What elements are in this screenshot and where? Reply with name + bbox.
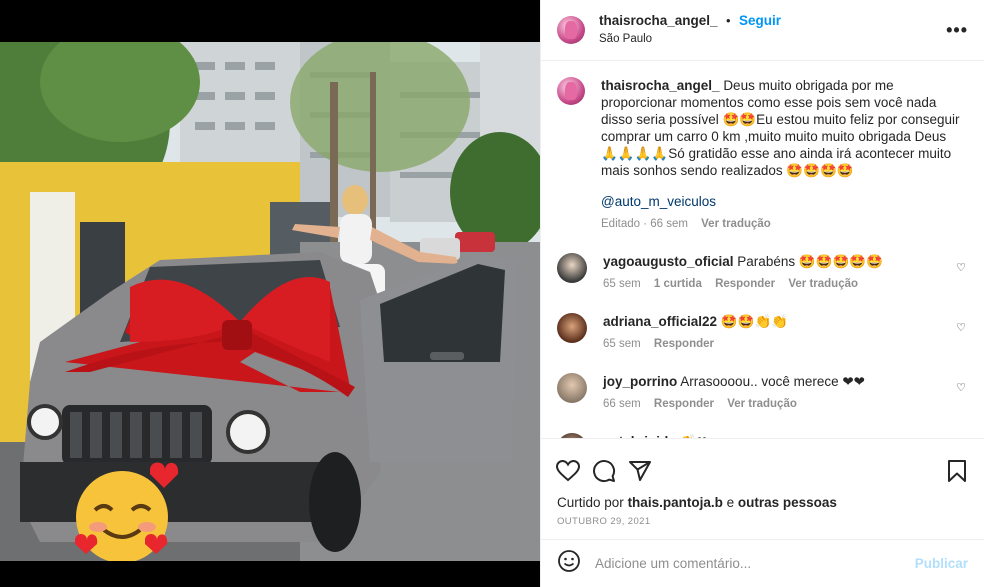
like-comment-icon[interactable]: ♡ xyxy=(956,321,966,334)
likes-prefix: Curtido por xyxy=(557,495,624,510)
avatar[interactable] xyxy=(557,373,587,403)
comment-body: adriana_official22 🤩🤩👏👏 65 sem Responder xyxy=(603,313,943,353)
translate-link[interactable]: Ver tradução xyxy=(727,398,797,410)
comment-text: 🤩🤩👏👏 xyxy=(720,314,789,329)
likes-user[interactable]: thais.pantoja.b xyxy=(628,495,723,510)
comment-text: Arrasoooou.. você merece ❤❤ xyxy=(680,374,865,389)
edited-time: Editado · 66 sem xyxy=(601,218,688,230)
post-media xyxy=(0,0,540,587)
avatar[interactable] xyxy=(557,77,585,105)
likes-others[interactable]: outras pessoas xyxy=(738,495,837,510)
comment-item: joy_porrino Arrasoooou.. você merece ❤❤ … xyxy=(557,373,968,413)
publish-button[interactable]: Publicar xyxy=(915,556,968,571)
reply-link[interactable]: Responder xyxy=(715,278,775,290)
comment-text: Parabéns 🤩🤩🤩🤩🤩 xyxy=(737,254,883,269)
comment-icon[interactable] xyxy=(591,458,617,484)
post-actions: Curtido por thais.pantoja.b e outras pes… xyxy=(541,438,984,587)
heart-icon[interactable] xyxy=(555,458,581,484)
avatar[interactable] xyxy=(557,16,585,44)
comment-meta: 66 sem Responder Ver tradução xyxy=(603,396,943,413)
add-comment-bar: Publicar xyxy=(541,539,984,587)
post-date[interactable]: OUTUBRO 29, 2021 xyxy=(541,510,984,527)
comment-meta: 65 sem Responder xyxy=(603,336,943,353)
comment-username[interactable]: adriana_official22 xyxy=(603,314,717,329)
emoji-icon[interactable] xyxy=(557,549,581,578)
post-photo[interactable] xyxy=(0,42,540,561)
mention-link[interactable]: @auto_m_veiculos xyxy=(601,193,963,210)
translate-link[interactable]: Ver tradução xyxy=(788,278,858,290)
bookmark-icon[interactable] xyxy=(944,458,970,484)
comment-username[interactable]: joy_porrino xyxy=(603,374,677,389)
comment-time: 65 sem xyxy=(603,338,641,350)
follow-button[interactable]: Seguir xyxy=(739,13,781,28)
comment-likes[interactable]: 1 curtida xyxy=(654,278,702,290)
caption-body: thaisrocha_angel_ Deus muito obrigada po… xyxy=(601,77,963,233)
comment-item: yagoaugusto_oficial Parabéns 🤩🤩🤩🤩🤩 65 se… xyxy=(557,253,968,293)
header-username[interactable]: thaisrocha_angel_ xyxy=(599,13,718,28)
action-icons xyxy=(541,439,984,491)
avatar[interactable] xyxy=(557,253,587,283)
separator-dot: • xyxy=(726,13,731,28)
caption-meta: Editado · 66 sem Ver tradução xyxy=(601,216,963,233)
translate-link[interactable]: Ver tradução xyxy=(701,218,771,230)
comment-input[interactable] xyxy=(595,556,915,571)
caption: thaisrocha_angel_ Deus muito obrigada po… xyxy=(557,77,968,233)
instagram-post: thaisrocha_angel_ • Seguir São Paulo •••… xyxy=(0,0,984,587)
comment-username[interactable]: yagoaugusto_oficial xyxy=(603,254,734,269)
likes-summary: Curtido por thais.pantoja.b e outras pes… xyxy=(541,491,984,510)
comment-item: adriana_official22 🤩🤩👏👏 65 sem Responder… xyxy=(557,313,968,353)
caption-username[interactable]: thaisrocha_angel_ xyxy=(601,78,720,93)
post-sidebar: thaisrocha_angel_ • Seguir São Paulo •••… xyxy=(540,0,984,587)
reply-link[interactable]: Responder xyxy=(654,398,714,410)
more-options-icon[interactable]: ••• xyxy=(946,20,968,41)
comment-time: 65 sem xyxy=(603,278,641,290)
comment-meta: 65 sem 1 curtida Responder Ver tradução xyxy=(603,276,943,293)
post-header: thaisrocha_angel_ • Seguir São Paulo ••• xyxy=(541,0,984,61)
comment-time: 66 sem xyxy=(603,398,641,410)
like-comment-icon[interactable]: ♡ xyxy=(956,261,966,274)
likes-conj: e xyxy=(726,495,735,510)
like-comment-icon[interactable]: ♡ xyxy=(956,381,966,394)
reply-link[interactable]: Responder xyxy=(654,338,714,350)
caption-text: Deus muito obrigada por me proporcionar … xyxy=(601,78,960,178)
header-text: thaisrocha_angel_ • Seguir São Paulo xyxy=(599,13,946,47)
comments-list[interactable]: thaisrocha_angel_ Deus muito obrigada po… xyxy=(541,61,984,438)
location-link[interactable]: São Paulo xyxy=(599,31,946,47)
comment-body: yagoaugusto_oficial Parabéns 🤩🤩🤩🤩🤩 65 se… xyxy=(603,253,943,293)
share-icon[interactable] xyxy=(627,458,653,484)
comment-body: joy_porrino Arrasoooou.. você merece ❤❤ … xyxy=(603,373,943,413)
avatar[interactable] xyxy=(557,313,587,343)
